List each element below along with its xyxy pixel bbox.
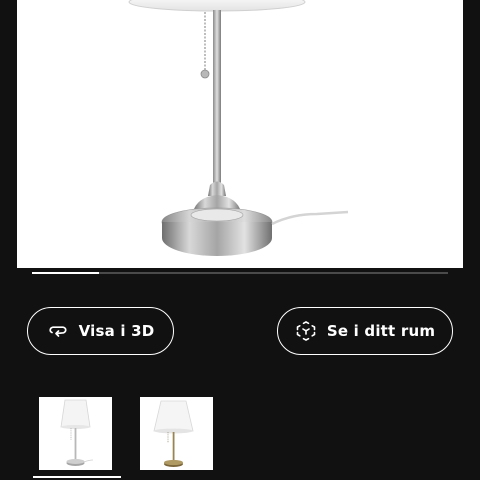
view-in-room-button[interactable]: Se i ditt rum [277,307,453,355]
view-in-room-label: Se i ditt rum [326,322,436,340]
view-3d-button[interactable]: Visa i 3D [27,307,174,355]
lamp-illustration [128,0,349,256]
ar-cube-icon [295,320,317,342]
gallery-progress-track [32,272,448,274]
gallery-progress-fill [32,272,99,274]
rotate-3d-icon [47,320,69,342]
lamp-nickel-thumbnail[interactable] [39,397,112,470]
selected-thumbnail-indicator [33,476,121,478]
view-3d-label: Visa i 3D [78,322,155,340]
lamp-brass-thumbnail[interactable] [140,397,213,470]
product-main-image[interactable] [17,0,463,268]
lamp-nickel-thumbnail-image [60,399,94,466]
lamp-brass-thumbnail-image [153,400,194,467]
